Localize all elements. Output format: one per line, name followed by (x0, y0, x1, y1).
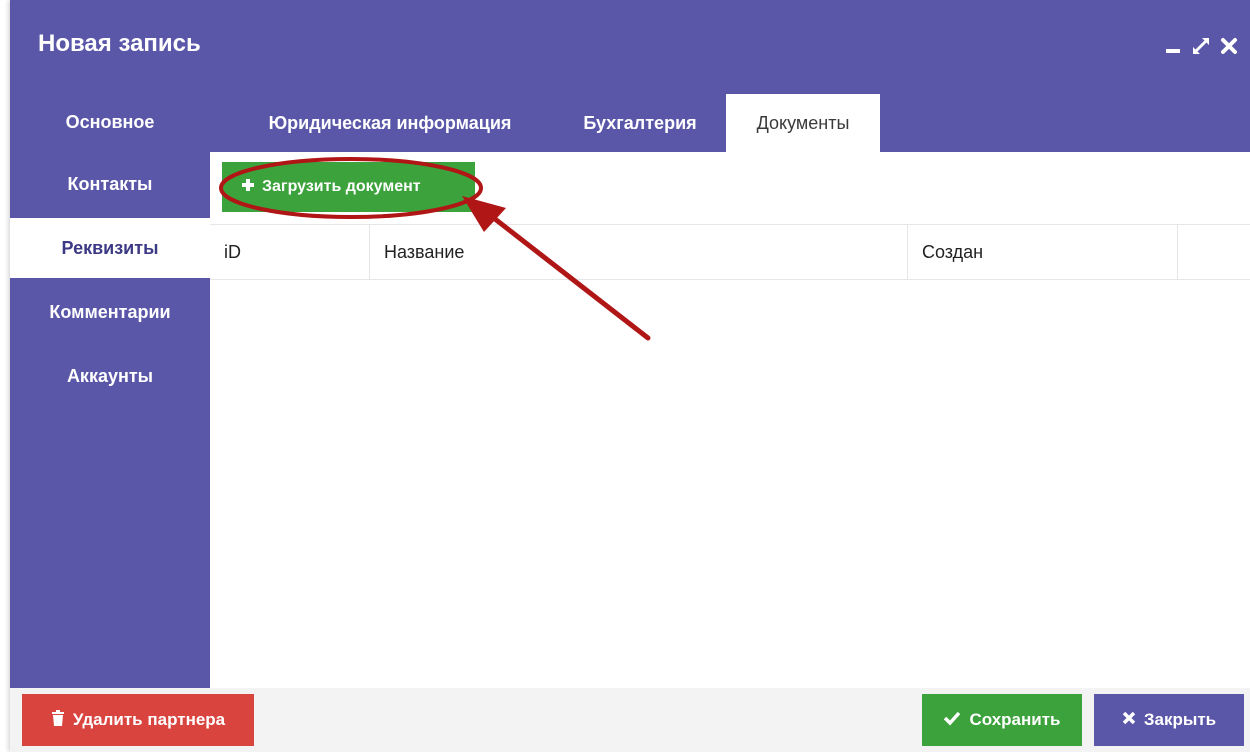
save-button[interactable]: Сохранить (922, 694, 1082, 746)
column-header-label: iD (224, 241, 241, 262)
tab-label: Документы (756, 112, 850, 133)
close-icon[interactable] (1218, 35, 1240, 57)
dialog-window: Новая запись Основное Контакты Реквизиты… (10, 0, 1250, 752)
sidebar-item-accounts[interactable]: Аккаунты (10, 346, 210, 406)
sidebar-item-basic[interactable]: Основное (10, 92, 210, 152)
sidebar-item-label: Основное (65, 111, 155, 132)
minimize-icon[interactable] (1162, 35, 1184, 57)
tab-label: Юридическая информация (268, 112, 512, 133)
tab-bar: Юридическая информация Бухгалтерия Докум… (210, 92, 1250, 152)
documents-grid-header: iD Название Создан (210, 224, 1250, 280)
tab-documents[interactable]: Документы (726, 94, 880, 152)
column-header-name[interactable]: Название (370, 225, 908, 279)
dialog-footer: Удалить партнера Сохранить Закрыть (10, 688, 1250, 752)
upload-document-button[interactable]: Загрузить документ (222, 162, 475, 212)
sidebar-item-label: Контакты (67, 173, 153, 194)
close-label: Закрыть (1143, 710, 1217, 729)
plus-icon (240, 177, 256, 197)
documents-panel: Загрузить документ iD Название Создан (210, 152, 1250, 688)
tab-legal-info[interactable]: Юридическая информация (220, 94, 560, 152)
column-header-created[interactable]: Создан (908, 225, 1178, 279)
sidebar-item-label: Комментарии (49, 301, 171, 322)
sidebar: Основное Контакты Реквизиты Комментарии … (10, 92, 210, 688)
delete-partner-label: Удалить партнера (72, 710, 226, 729)
title-bar: Новая запись (10, 0, 1250, 92)
documents-toolbar: Загрузить документ (210, 152, 1250, 224)
column-header-label: Название (384, 241, 465, 262)
tab-label: Бухгалтерия (583, 112, 697, 133)
column-header-extra (1178, 225, 1250, 279)
window-controls (1162, 34, 1240, 58)
check-icon (943, 710, 961, 731)
dialog-title: Новая запись (38, 30, 201, 57)
sidebar-item-requisites[interactable]: Реквизиты (10, 218, 210, 278)
documents-grid-body (210, 279, 1250, 688)
save-label: Сохранить (969, 710, 1061, 729)
sidebar-item-comments[interactable]: Комментарии (10, 282, 210, 342)
close-button[interactable]: Закрыть (1094, 694, 1244, 746)
trash-icon (51, 709, 65, 731)
maximize-icon[interactable] (1190, 35, 1212, 57)
upload-document-label: Загрузить документ (262, 178, 421, 195)
column-header-id[interactable]: iD (210, 225, 370, 279)
sidebar-item-contacts[interactable]: Контакты (10, 154, 210, 214)
close-icon (1122, 710, 1136, 730)
column-header-label: Создан (922, 241, 984, 262)
sidebar-item-label: Аккаунты (66, 365, 154, 386)
delete-partner-button[interactable]: Удалить партнера (22, 694, 254, 746)
sidebar-item-label: Реквизиты (61, 237, 159, 258)
tab-accounting[interactable]: Бухгалтерия (564, 94, 716, 152)
